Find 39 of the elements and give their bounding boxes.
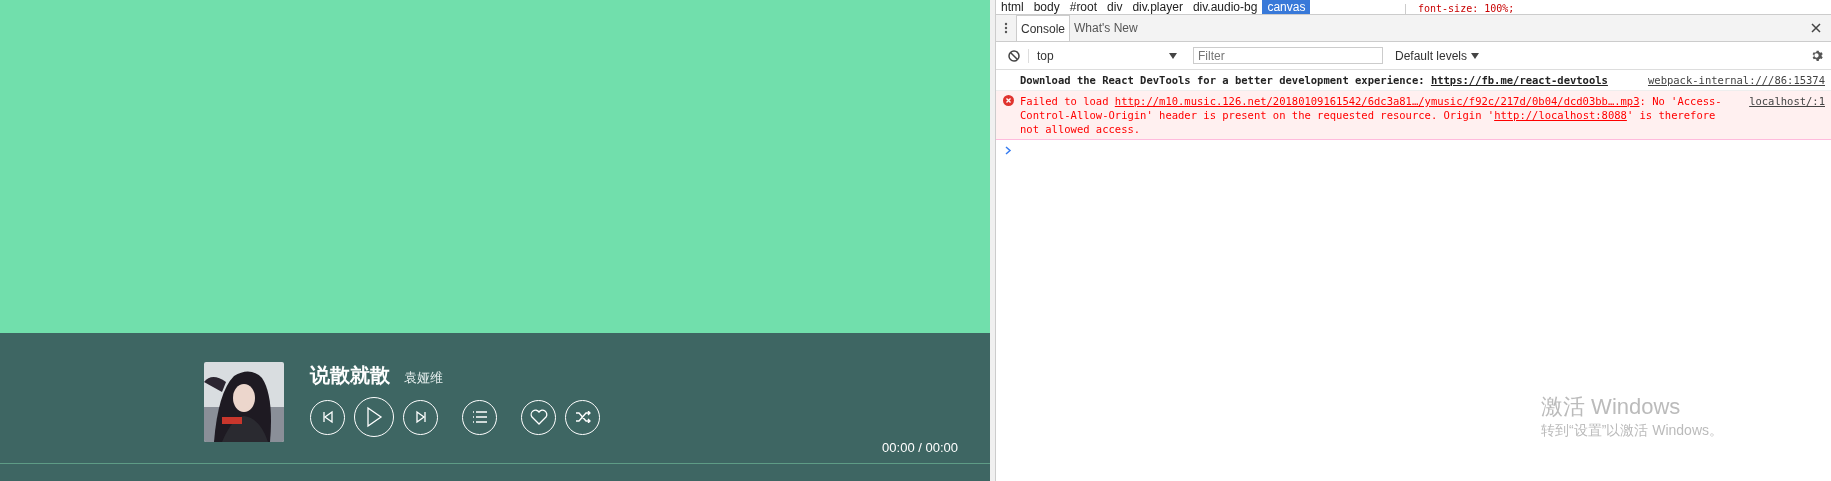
- breadcrumb[interactable]: canvas: [1262, 0, 1311, 14]
- breadcrumb[interactable]: body: [1028, 0, 1065, 14]
- error-icon: [1003, 95, 1014, 106]
- levels-dropdown[interactable]: Default levels: [1395, 48, 1468, 63]
- prompt-icon: [1005, 146, 1012, 155]
- breadcrumb[interactable]: div: [1102, 0, 1128, 14]
- source-link[interactable]: localhost/:1: [1749, 94, 1825, 136]
- breadcrumb[interactable]: html: [996, 0, 1029, 14]
- caret-icon: [1169, 52, 1177, 59]
- devtools-tab[interactable]: Console: [1016, 15, 1071, 41]
- console-message: Download the React DevTools for a better development experience: https://fb.me/react-devtools: [1020, 73, 1609, 87]
- breadcrumb[interactable]: #root: [1064, 0, 1103, 14]
- playback-time: 00:00 / 00:00: [882, 440, 958, 455]
- song-title: 说散就散: [310, 363, 390, 388]
- shuffle-icon: [574, 411, 591, 423]
- play-icon: [365, 406, 383, 428]
- close-icon[interactable]: [1811, 23, 1821, 33]
- filter-field[interactable]: Filter: [1193, 47, 1383, 64]
- more-icon[interactable]: [1004, 22, 1008, 34]
- menu-icon: [471, 411, 488, 423]
- artist-name: 袁娅维: [404, 369, 443, 387]
- devtools-tab[interactable]: What's New: [1070, 15, 1142, 41]
- breadcrumb[interactable]: div.audio-bg: [1187, 0, 1263, 14]
- message-link[interactable]: https://fb.me/react-devtools: [1430, 74, 1608, 86]
- message-link[interactable]: http://localhost:8088: [1494, 109, 1627, 121]
- caret-icon: [1471, 52, 1480, 59]
- style-rule: font-size: 100%;: [1405, 4, 1515, 14]
- activation-subtitle: 转到“设置”以激活 Windows。: [1541, 422, 1723, 440]
- next-icon: [413, 410, 428, 424]
- settings-icon[interactable]: [1810, 49, 1823, 62]
- breadcrumb[interactable]: div.player: [1127, 0, 1188, 14]
- activation-title: 激活 Windows: [1541, 393, 1682, 421]
- message-link[interactable]: http://m10.music.126.net/20180109161542/6dc3a81…/ymusic/f92c/217d/0b04/dcd03bb….mp3: [1114, 95, 1640, 107]
- source-link[interactable]: webpack-internal:///86:15374: [1648, 73, 1825, 87]
- console-message: Failed to load http://m10.music.126.net/20180109161542/6dc3a81…/ymusic/f92c/217d/0b04/dcd03bb….mp3: No 'Access-Control-Allow-Origin' header is present on the requested resource. Origin 'http://localhost:8088' is therefore not allowed access.: [1020, 94, 1723, 136]
- clear-icon[interactable]: [1008, 49, 1020, 62]
- context-select[interactable]: top: [1028, 48, 1177, 63]
- previous-icon: [320, 410, 335, 424]
- heart-icon: [529, 409, 548, 425]
